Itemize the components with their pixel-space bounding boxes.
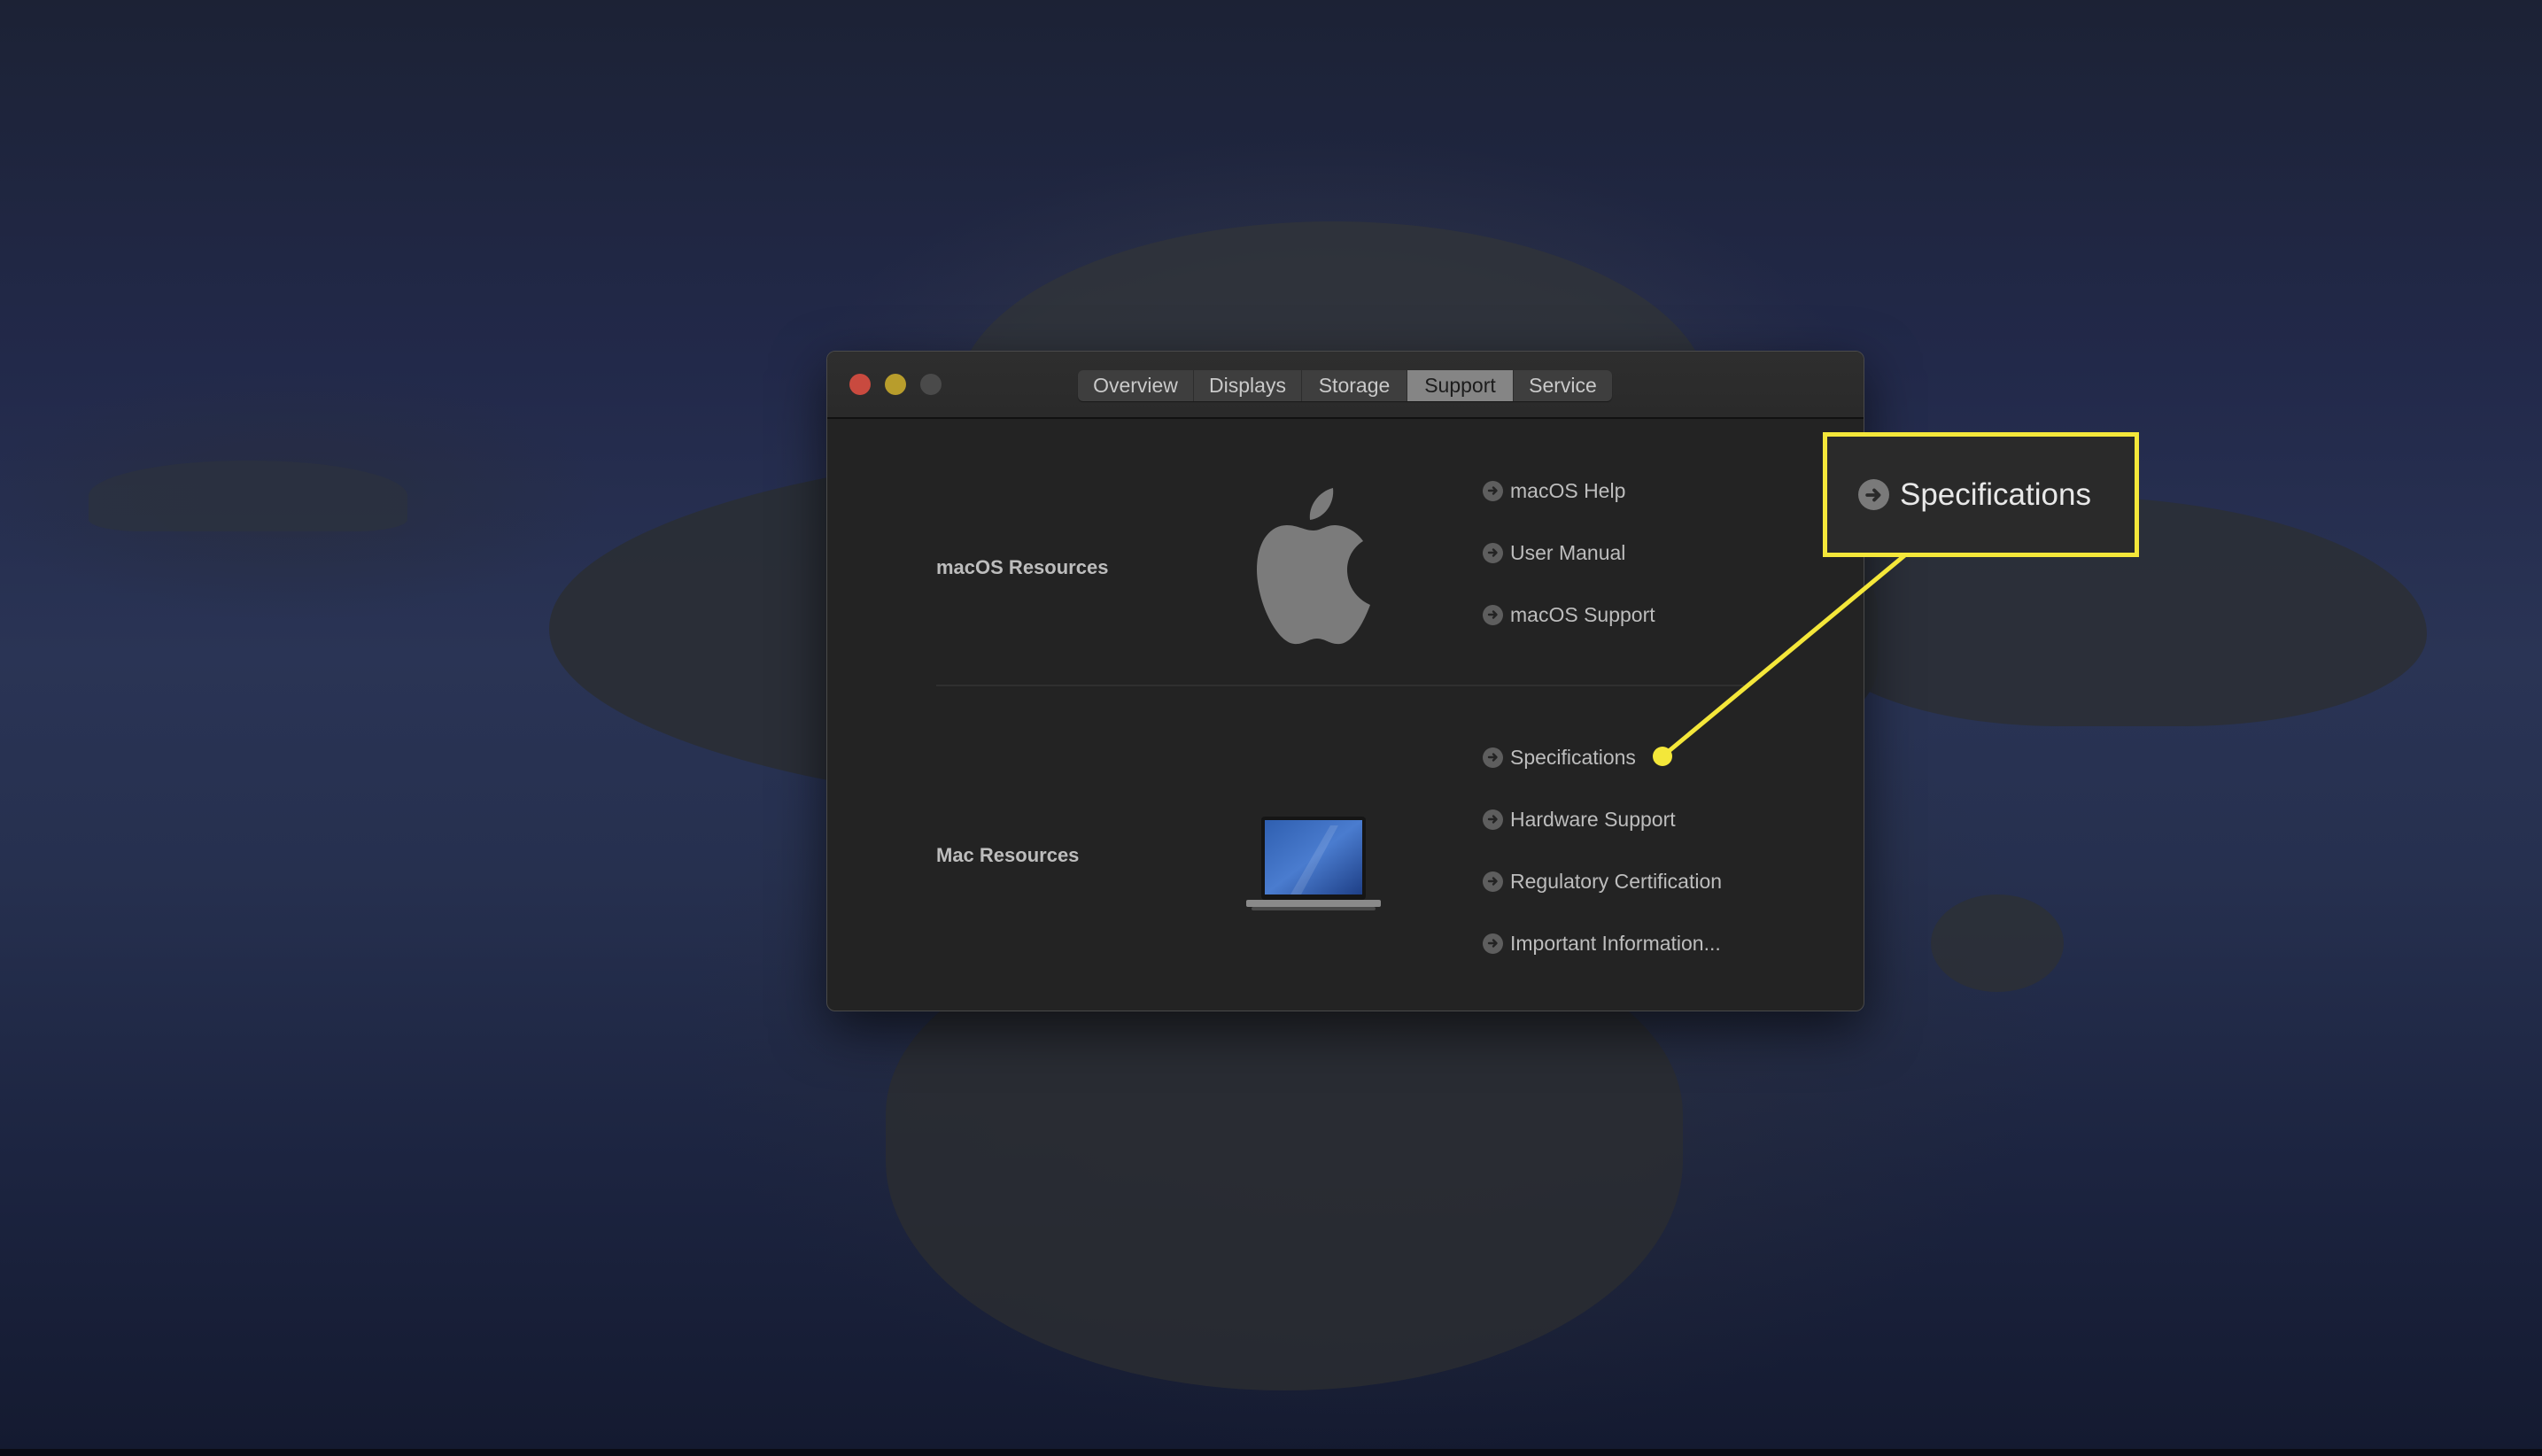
about-this-mac-window: Overview Displays Storage Support Servic… (826, 351, 1864, 1011)
link-label: macOS Help (1510, 478, 1626, 502)
link-label: Hardware Support (1510, 807, 1676, 831)
wallpaper-distant-coast (89, 461, 407, 531)
link-regulatory-certification[interactable]: Regulatory Certification (1483, 868, 1722, 895)
tab-displays[interactable]: Displays (1194, 370, 1302, 401)
wallpaper-rock (1931, 895, 2064, 992)
close-button[interactable] (849, 374, 871, 395)
link-label: Specifications (1510, 745, 1636, 769)
title-bar[interactable]: Overview Displays Storage Support Servic… (827, 352, 1864, 419)
arrow-circle-icon (1483, 542, 1503, 563)
tab-bar: Overview Displays Storage Support Servic… (1078, 370, 1612, 401)
link-specifications[interactable]: Specifications (1483, 744, 1636, 771)
arrow-circle-icon (1858, 479, 1889, 510)
minimize-button[interactable] (885, 374, 906, 395)
link-label: macOS Support (1510, 602, 1655, 626)
arrow-circle-icon (1483, 933, 1503, 954)
section-divider (936, 685, 1744, 686)
macbook-icon (1246, 817, 1381, 910)
link-label: User Manual (1510, 540, 1626, 564)
zoom-button[interactable] (920, 374, 942, 395)
section-title-mac-resources: Mac Resources (936, 844, 1080, 866)
tab-support[interactable]: Support (1407, 370, 1514, 401)
arrow-circle-icon (1483, 604, 1503, 625)
link-label: Regulatory Certification (1510, 869, 1723, 893)
tab-service[interactable]: Service (1514, 370, 1612, 401)
link-macos-support[interactable]: macOS Support (1483, 601, 1655, 628)
arrow-circle-icon (1483, 480, 1503, 501)
tab-storage[interactable]: Storage (1302, 370, 1407, 401)
link-important-information[interactable]: Important Information... (1483, 930, 1721, 956)
apple-logo-icon (1257, 488, 1370, 645)
arrow-circle-icon (1483, 809, 1503, 830)
arrow-circle-icon (1483, 747, 1503, 768)
section-title-macos-resources: macOS Resources (936, 556, 1109, 578)
arrow-circle-icon (1483, 871, 1503, 892)
link-label: Important Information... (1510, 931, 1721, 955)
link-macos-help[interactable]: macOS Help (1483, 477, 1625, 504)
link-hardware-support[interactable]: Hardware Support (1483, 806, 1676, 833)
screen-bottom-edge (0, 1449, 2542, 1456)
callout-box: Specifications (1823, 432, 2139, 557)
link-user-manual[interactable]: User Manual (1483, 539, 1625, 566)
tab-overview[interactable]: Overview (1078, 370, 1194, 401)
callout-label: Specifications (1900, 476, 2091, 512)
